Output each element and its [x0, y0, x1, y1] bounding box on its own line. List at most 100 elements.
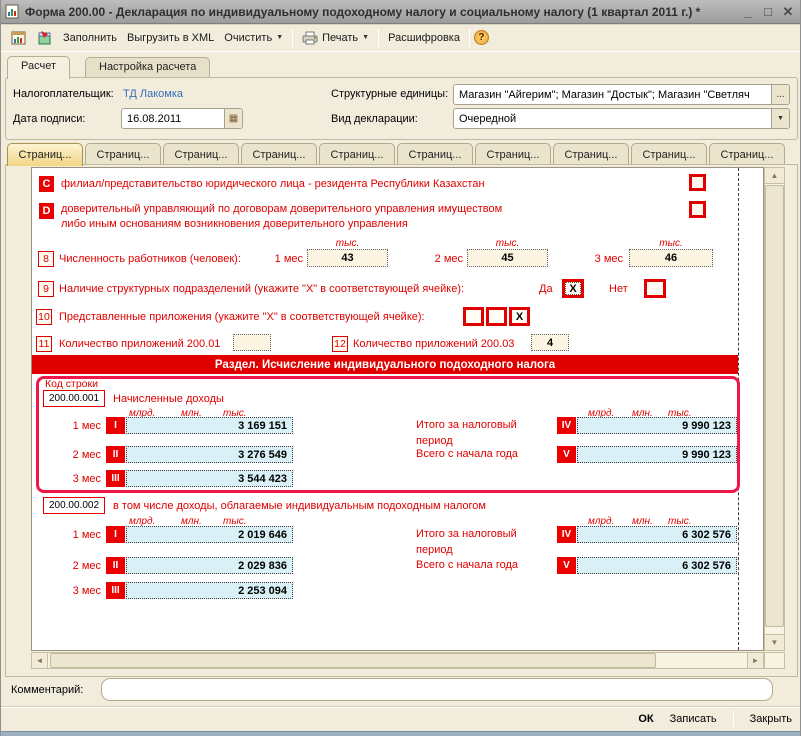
- chevron-down-icon: ▼: [276, 34, 283, 41]
- no-cell[interactable]: [644, 279, 666, 298]
- roman-badge-I: I: [106, 417, 125, 434]
- month-label: 3 мес: [53, 473, 101, 485]
- employees-month3-field[interactable]: 46: [629, 249, 713, 267]
- scroll-down-button[interactable]: ▼: [764, 634, 785, 651]
- page-tab-6[interactable]: Страниц...: [397, 143, 473, 165]
- appendix-200-01-count-field[interactable]: [233, 334, 271, 351]
- roman-badge-V: V: [557, 446, 576, 463]
- roman-badge-II: II: [106, 446, 125, 463]
- row-c-checkbox[interactable]: [689, 174, 706, 191]
- yes-cell-mark: X: [565, 282, 581, 295]
- month-label: 1 мес: [53, 529, 101, 541]
- calendar-icon[interactable]: ▦: [224, 109, 242, 128]
- declaration-type-value: Очередной: [454, 113, 771, 125]
- scroll-right-button[interactable]: ►: [747, 652, 764, 669]
- group2-month2-field[interactable]: 2 029 836: [126, 557, 293, 574]
- decrypt-button[interactable]: Расшифровка: [383, 29, 465, 47]
- restore-settings-icon: [37, 30, 53, 46]
- toolbar: Заполнить Выгрузить в XML Очистить ▼ Печ…: [1, 24, 801, 52]
- row-d-checkbox[interactable]: [689, 201, 706, 218]
- row-11-label: Количество приложений 200.01: [59, 338, 220, 350]
- tab-calc-settings-label: Настройка расчета: [99, 61, 196, 73]
- page-tab-2[interactable]: Страниц...: [85, 143, 161, 165]
- group1-month3-field[interactable]: 3 544 423: [126, 470, 293, 487]
- group2-total1-field[interactable]: 6 302 576: [577, 526, 737, 543]
- chevron-down-icon[interactable]: ▼: [771, 109, 789, 128]
- window-title: Форма 200.00 - Декларация по индивидуаль…: [20, 5, 738, 19]
- group2-month1-field[interactable]: 2 019 646: [126, 526, 293, 543]
- clear-label: Очистить: [224, 32, 272, 44]
- minimize-button[interactable]: _: [738, 3, 758, 21]
- code-column-label: Код строки: [45, 378, 98, 390]
- page-tab-5[interactable]: Страниц...: [319, 143, 395, 165]
- page-tab-7[interactable]: Страниц...: [475, 143, 551, 165]
- print-button[interactable]: Печать ▼: [297, 28, 374, 48]
- horizontal-scroll-thumb[interactable]: [50, 653, 656, 668]
- page-tab-3[interactable]: Страниц...: [163, 143, 239, 165]
- row-c-badge: C: [39, 176, 54, 192]
- appendix-cell-1[interactable]: [463, 307, 484, 326]
- group1-code-box: 200.00.001: [43, 390, 105, 407]
- yes-cell[interactable]: X: [562, 279, 584, 298]
- sign-date-value: 16.08.2011: [122, 113, 224, 125]
- appendix-cell-3[interactable]: X: [509, 307, 530, 326]
- page-tab-9[interactable]: Страниц...: [631, 143, 707, 165]
- group1-month1-field[interactable]: 3 169 151: [126, 417, 293, 434]
- clear-button[interactable]: Очистить ▼: [219, 29, 288, 47]
- structural-units-input[interactable]: Магазин "Айгерим"; Магазин "Достык"; Маг…: [453, 84, 790, 105]
- group2-total2-field[interactable]: 6 302 576: [577, 557, 737, 574]
- page-tab-label: Страниц...: [175, 149, 228, 161]
- form-settings-button[interactable]: [6, 27, 32, 49]
- page-tab-1[interactable]: Страниц...: [7, 143, 83, 166]
- maximize-button[interactable]: □: [758, 3, 778, 21]
- close-form-button[interactable]: Закрыть: [750, 713, 792, 725]
- unit-ths-label: тыс.: [307, 238, 388, 249]
- tab-calc-settings[interactable]: Настройка расчета: [85, 57, 210, 79]
- export-xml-button[interactable]: Выгрузить в XML: [122, 29, 219, 47]
- row-10-badge: 10: [36, 309, 52, 325]
- group1-total2-field[interactable]: 9 990 123: [577, 446, 737, 463]
- group1-total2-label: Всего с начала года: [416, 448, 518, 460]
- ok-button[interactable]: ОК: [638, 713, 653, 725]
- roman-badge-IV: IV: [557, 417, 576, 434]
- group1-total1-field[interactable]: 9 990 123: [577, 417, 737, 434]
- vertical-scroll-thumb[interactable]: [765, 185, 784, 627]
- group2-month3-field[interactable]: 2 253 094: [126, 582, 293, 599]
- fill-label: Заполнить: [63, 32, 117, 44]
- group1-title: Начисленные доходы: [113, 393, 224, 405]
- ellipsis-button[interactable]: ...: [771, 85, 789, 104]
- structural-units-value: Магазин "Айгерим"; Магазин "Достык"; Маг…: [454, 89, 771, 101]
- declaration-type-select[interactable]: Очередной ▼: [453, 108, 790, 129]
- roman-badge-V: V: [557, 557, 576, 574]
- group1-month2-field[interactable]: 3 276 549: [126, 446, 293, 463]
- comment-input[interactable]: [101, 678, 773, 701]
- taxpayer-link[interactable]: ТД Лакомка: [123, 88, 183, 100]
- page-tab-8[interactable]: Страниц...: [553, 143, 629, 165]
- row-11-badge: 11: [36, 336, 52, 352]
- restore-settings-button[interactable]: [32, 27, 58, 49]
- page-tab-4[interactable]: Страниц...: [241, 143, 317, 165]
- help-button[interactable]: ?: [474, 30, 489, 45]
- page-tab-10[interactable]: Страниц...: [709, 143, 785, 165]
- row-9-badge: 9: [38, 281, 54, 297]
- toolbar-separator: [292, 29, 293, 47]
- printer-icon: [302, 31, 318, 45]
- save-button[interactable]: Записать: [670, 713, 717, 725]
- window-titlebar[interactable]: Форма 200.00 - Декларация по индивидуаль…: [1, 0, 801, 24]
- roman-badge-I: I: [106, 526, 125, 543]
- fill-button[interactable]: Заполнить: [58, 29, 122, 47]
- employees-month2-field[interactable]: 45: [467, 249, 548, 267]
- close-button[interactable]: ✕: [778, 3, 798, 21]
- tab-calculation[interactable]: Расчет: [7, 56, 70, 79]
- appendix-200-03-count-field[interactable]: 4: [531, 334, 569, 351]
- group1-total1-label-line1: Итого за налоговый: [416, 419, 517, 431]
- month-label: 2 мес: [53, 560, 101, 572]
- sign-date-input[interactable]: 16.08.2011 ▦: [121, 108, 243, 129]
- appendix-cell-2[interactable]: [486, 307, 507, 326]
- window-bottom-edge: [1, 731, 801, 736]
- scroll-up-button[interactable]: ▲: [764, 167, 785, 184]
- page-tab-label: Страниц...: [19, 149, 72, 161]
- no-cell-mark: [647, 282, 663, 295]
- scroll-left-button[interactable]: ◄: [31, 652, 48, 669]
- employees-month1-field[interactable]: 43: [307, 249, 388, 267]
